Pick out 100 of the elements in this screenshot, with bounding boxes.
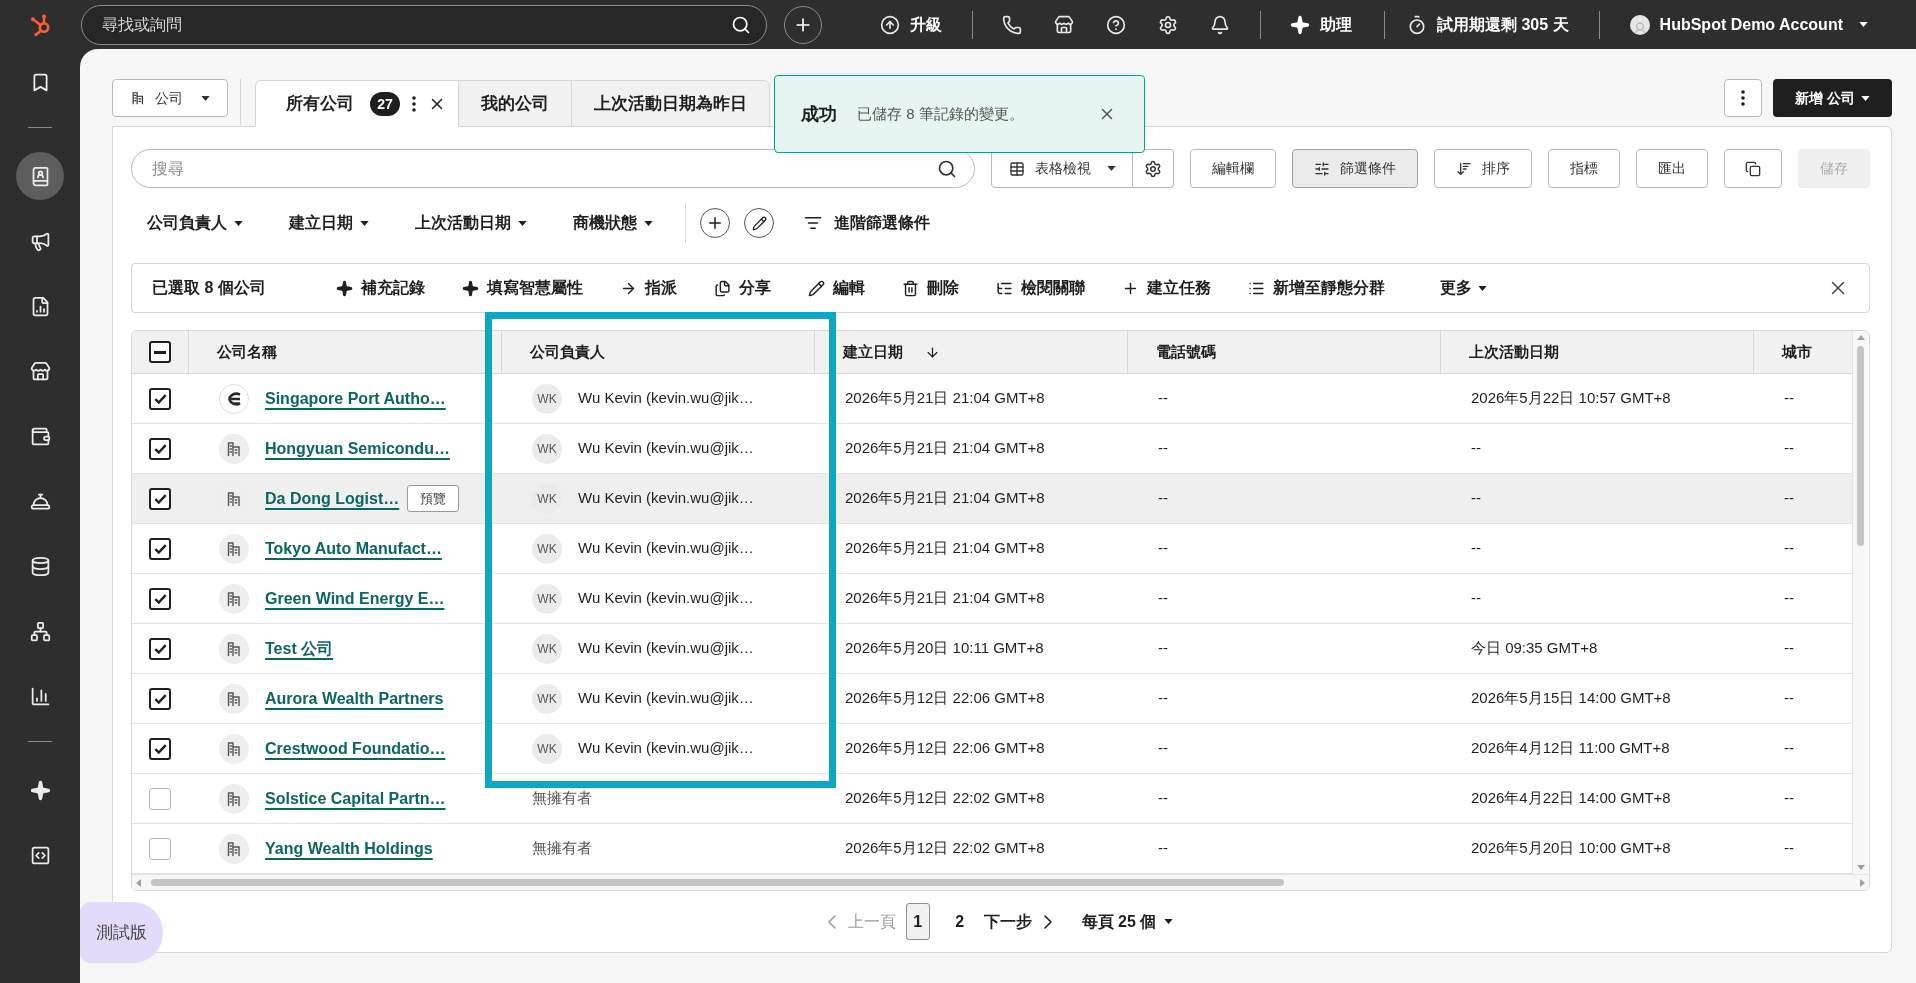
help-button[interactable] <box>1106 14 1126 35</box>
column-header[interactable]: 建立日期 <box>814 331 1127 373</box>
checkbox[interactable] <box>149 837 171 860</box>
export-button[interactable]: 匯出 <box>1636 149 1708 188</box>
bulk-action-button[interactable]: 指派 <box>619 276 677 300</box>
more-options-icon <box>1741 90 1745 106</box>
building-icon <box>219 533 249 564</box>
sidebar-item[interactable] <box>16 152 64 200</box>
metrics-button[interactable]: 指標 <box>1548 149 1620 188</box>
trial-button[interactable]: 試用期還剩 305 天 <box>1407 12 1569 37</box>
beta-badge[interactable]: 測試版 <box>80 902 163 963</box>
caret-icon <box>1477 285 1487 291</box>
checkbox[interactable] <box>149 487 171 510</box>
settings-button[interactable] <box>1158 14 1178 35</box>
owner-name: Wu Kevin (kevin.wu@jik… <box>578 538 754 559</box>
bulk-action-button[interactable]: 填寫智慧屬性 <box>461 276 583 300</box>
settings-icon <box>1144 159 1162 178</box>
account-menu[interactable]: HubSpot Demo Account <box>1629 12 1868 37</box>
bulk-action-button[interactable]: 刪除 <box>901 276 959 300</box>
table-cell-text: -- <box>1157 838 1169 859</box>
checkbox[interactable] <box>149 437 171 460</box>
checkbox[interactable] <box>149 787 171 810</box>
bulk-action-button[interactable]: 編輯 <box>807 276 865 300</box>
table-icon <box>1008 160 1025 177</box>
marketplace-button[interactable] <box>1054 14 1074 35</box>
toast-title: 成功 <box>801 102 837 126</box>
edit-columns-button[interactable]: 編輯欄 <box>1190 149 1276 188</box>
company-link[interactable]: Green Wind Energy E… <box>265 586 445 611</box>
tab[interactable]: 所有公司 27 <box>255 80 458 127</box>
owner-name: 無擁有者 <box>532 838 592 859</box>
sparkle-icon <box>29 779 51 801</box>
page-size-select[interactable]: 每頁 25 個 <box>1081 909 1174 934</box>
calling-button[interactable] <box>1002 14 1022 35</box>
company-link[interactable]: Aurora Wealth Partners <box>265 686 444 711</box>
checkbox[interactable] <box>149 387 171 410</box>
more-options-icon[interactable] <box>412 96 416 112</box>
upgrade-button[interactable]: 升級 <box>880 12 942 37</box>
table-cell-text: -- <box>1783 638 1795 659</box>
create-company-button[interactable]: 新增 公司 <box>1773 79 1892 117</box>
company-link[interactable]: Yang Wealth Holdings <box>265 836 433 861</box>
view-settings-button[interactable] <box>1133 149 1174 188</box>
next-page-button[interactable]: 下一步 <box>983 909 1052 934</box>
checkbox[interactable] <box>149 341 171 363</box>
table-cell-text: -- <box>1783 588 1795 609</box>
column-header[interactable]: 上次活動日期 <box>1440 331 1753 373</box>
table-cell-text: -- <box>1157 638 1169 659</box>
tab[interactable]: 上次活動日期為昨日 <box>571 80 770 127</box>
filter-dropdown[interactable]: 建立日期 <box>289 211 369 235</box>
checkbox[interactable] <box>149 537 171 560</box>
filter-dropdown[interactable]: 上次活動日期 <box>415 211 527 235</box>
page-button[interactable]: 1 <box>905 903 930 940</box>
assistant-button[interactable]: 助理 <box>1290 12 1352 37</box>
more-options-button[interactable] <box>1724 79 1762 117</box>
column-header[interactable]: 電話號碼 <box>1127 331 1440 373</box>
company-link[interactable]: Singapore Port Autho… <box>265 386 446 411</box>
bulk-action-button[interactable]: 新增至靜態分群 <box>1247 276 1385 300</box>
selection-count: 已選取 8 個公司 <box>152 278 266 298</box>
checkbox[interactable] <box>149 687 171 710</box>
company-link[interactable]: Solstice Capital Partn… <box>265 786 446 811</box>
company-link[interactable]: Hongyuan Semicondu… <box>265 436 450 461</box>
checkbox[interactable] <box>149 637 171 660</box>
copy-button[interactable] <box>1724 149 1782 188</box>
scrollbar-thumb[interactable] <box>151 879 1284 886</box>
search-field[interactable]: 搜尋 <box>131 149 975 188</box>
sort-button[interactable]: 排序 <box>1434 149 1532 188</box>
scrollbar-thumb[interactable] <box>1857 346 1864 546</box>
filter-dropdown[interactable]: 公司負責人 <box>147 211 243 235</box>
company-link[interactable]: Crestwood Foundatio… <box>265 736 446 761</box>
company-link[interactable]: Da Dong Logist… <box>265 486 400 511</box>
settings-icon <box>1158 14 1178 35</box>
wallet-icon <box>29 425 51 447</box>
hierarchy-icon <box>29 620 51 642</box>
owner-avatar: WK <box>532 583 562 614</box>
column-header[interactable]: 公司負責人 <box>501 331 814 373</box>
bulk-action-button[interactable]: 檢閱關聯 <box>995 276 1085 300</box>
company-link[interactable]: Test 公司 <box>265 636 334 661</box>
checkbox[interactable] <box>149 737 171 760</box>
object-dropdown[interactable]: 公司 <box>112 79 228 117</box>
notifications-button[interactable] <box>1210 14 1230 35</box>
trash-icon <box>901 279 919 297</box>
owner-avatar: WK <box>532 683 562 714</box>
caret-icon <box>360 220 369 226</box>
bulk-action-button[interactable]: 分享 <box>713 276 771 300</box>
preview-button[interactable]: 預覽 <box>407 485 460 512</box>
company-link[interactable]: Tokyo Auto Manufact… <box>265 536 442 561</box>
search-field[interactable]: 尋找或詢問 <box>81 4 767 45</box>
vertical-scrollbar[interactable] <box>1852 331 1868 874</box>
page-button[interactable]: 2 <box>947 903 972 940</box>
tab[interactable]: 我的公司 <box>458 80 571 127</box>
more-menu-button[interactable]: 更多 <box>1439 276 1487 300</box>
filter-dropdown[interactable]: 商機狀態 <box>573 211 653 235</box>
advanced-filters-button[interactable]: 進階篩選條件 <box>804 211 930 235</box>
column-header[interactable]: 公司名稱 <box>188 331 501 373</box>
bulk-action-button[interactable]: 建立任務 <box>1121 276 1211 300</box>
checkbox[interactable] <box>149 587 171 610</box>
bulk-action-button[interactable]: 補充記錄 <box>335 276 425 300</box>
plus-icon <box>706 214 724 232</box>
caret-icon <box>234 220 243 226</box>
horizontal-scrollbar[interactable] <box>132 874 1869 890</box>
filter-button[interactable]: 篩選條件 <box>1292 149 1418 188</box>
